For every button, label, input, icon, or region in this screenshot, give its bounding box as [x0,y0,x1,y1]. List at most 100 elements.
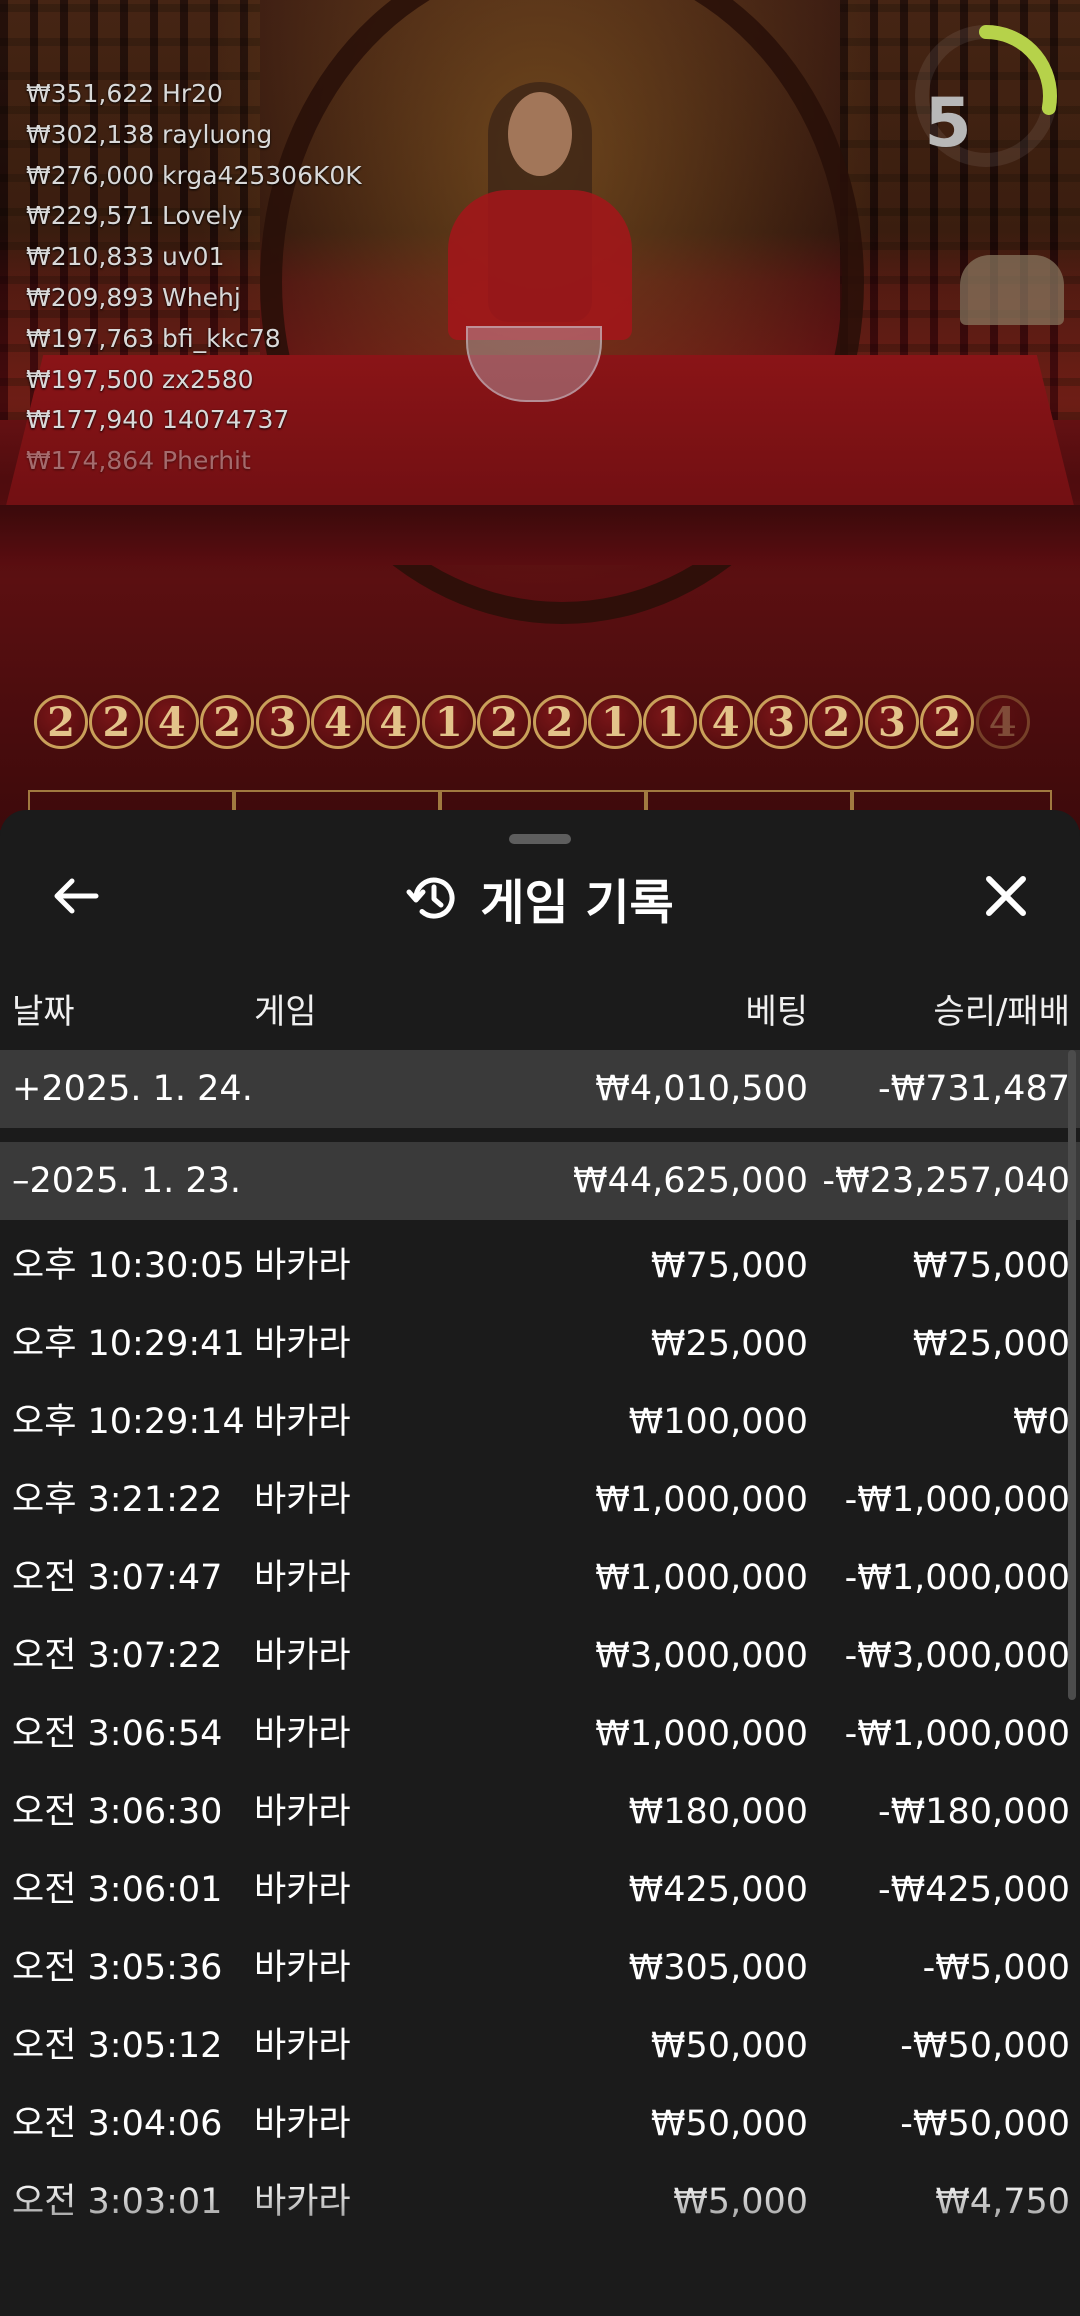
column-header-bet[interactable]: 베팅 [745,984,808,1033]
row-time: 오후 10:29:41 [12,1324,245,1364]
road-bead: 1 [643,695,698,749]
row-game: 바카라 [254,1246,351,1286]
row-time: 오전 3:06:54 [12,1714,223,1754]
road-bead: 3 [864,695,919,749]
sheet-header: 게임 기록 [0,858,1080,938]
history-row[interactable]: 오후 3:21:22 바카라 ₩1,000,000 -₩1,000,000 [0,1461,1080,1539]
group-date: +2025. 1. 24. [12,1069,253,1109]
date-group-row[interactable]: +2025. 1. 24. ₩4,010,500 -₩731,487 [0,1050,1080,1128]
history-row[interactable]: 오전 3:07:47 바카라 ₩1,000,000 -₩1,000,000 [0,1539,1080,1617]
close-button[interactable] [976,866,1036,926]
row-bet: ₩5,000 [673,2182,808,2222]
row-winloss: -₩1,000,000 [844,1558,1070,1598]
column-header-game[interactable]: 게임 [254,984,317,1033]
row-game: 바카라 [254,1324,351,1364]
row-bet: ₩50,000 [650,2026,808,2066]
row-winloss: ₩4,750 [935,2182,1070,2222]
group-winloss-total: -₩23,257,040 [822,1161,1070,1201]
history-row[interactable]: 오전 3:06:30 바카라 ₩180,000 -₩180,000 [0,1773,1080,1851]
road-bead: 2 [200,695,255,749]
leaderboard-row: ₩276,000 krga425306K0K [26,160,362,190]
row-winloss: -₩180,000 [878,1792,1070,1832]
row-winloss: ₩75,000 [912,1246,1070,1286]
dealer [448,190,632,340]
row-winloss: -₩50,000 [900,2026,1070,2066]
row-winloss: ₩25,000 [912,1324,1070,1364]
history-row[interactable]: 오전 3:05:12 바카라 ₩50,000 -₩50,000 [0,2007,1080,2085]
row-time: 오전 3:06:01 [12,1870,223,1910]
countdown-timer-value: 5 [924,84,972,163]
leaderboard-row: ₩177,940 14074737 [26,405,290,435]
row-bet: ₩425,000 [628,1870,808,1910]
row-bet: ₩75,000 [650,1246,808,1286]
date-group-row[interactable]: –2025. 1. 23. ₩44,625,000 -₩23,257,040 [0,1142,1080,1220]
road-bead: 4 [975,695,1030,749]
row-bet: ₩50,000 [650,2104,808,2144]
road-bead: 2 [809,695,864,749]
row-bet: ₩1,000,000 [595,1480,808,1520]
road-bead: 2 [532,695,587,749]
road-bead: 3 [754,695,809,749]
leaderboard-row: ₩351,622 Hr20 [26,79,223,108]
leaderboard-row: ₩302,138 rayluong [26,119,273,149]
history-row[interactable]: 오후 10:30:05 바카라 ₩75,000 ₩75,000 [0,1227,1080,1305]
close-icon [986,876,1026,916]
row-bet: ₩3,000,000 [595,1636,808,1676]
group-winloss-total: -₩731,487 [878,1069,1070,1109]
leaderboard-row: ₩209,893 Whehj [26,282,241,312]
row-winloss: ₩0 [1013,1402,1070,1442]
row-winloss: -₩3,000,000 [844,1636,1070,1676]
row-time: 오후 10:29:14 [12,1402,245,1442]
row-game: 바카라 [254,1636,351,1676]
history-row[interactable]: 오전 3:06:54 바카라 ₩1,000,000 -₩1,000,000 [0,1695,1080,1773]
history-scrollbar[interactable] [1068,1050,1076,1700]
row-bet: ₩100,000 [628,1402,808,1442]
column-header-date[interactable]: 날짜 [12,984,75,1033]
row-bet: ₩305,000 [628,1948,808,1988]
group-bet-total: ₩4,010,500 [595,1069,808,1109]
leaderboard-row: ₩197,500 zx2580 [26,364,254,394]
row-game: 바카라 [254,1870,351,1910]
road-bead: 4 [366,695,421,749]
leaderboard-row: ₩197,763 bfi_kkc78 [26,323,281,353]
game-history-sheet: 게임 기록 날짜 게임 베팅 승리/패배 +2025. 1. 24. ₩4,01… [0,810,1080,2316]
group-date: –2025. 1. 23. [12,1161,242,1201]
history-row[interactable]: 오전 3:07:22 바카라 ₩3,000,000 -₩3,000,000 [0,1617,1080,1695]
road-bead: 1 [587,695,642,749]
row-game: 바카라 [254,2182,351,2222]
row-time: 오전 3:04:06 [12,2104,223,2144]
column-header-winloss[interactable]: 승리/패배 [933,984,1070,1033]
history-row[interactable]: 오후 10:29:14 바카라 ₩100,000 ₩0 [0,1383,1080,1461]
leaderboard-row: ₩174,864 Pherhit [26,446,251,476]
row-winloss: -₩5,000 [922,1948,1070,1988]
row-bet: ₩25,000 [650,1324,808,1364]
history-row[interactable]: 오전 3:03:01 바카라 ₩5,000 ₩4,750 [0,2163,1080,2241]
row-game: 바카라 [254,1948,351,1988]
history-row[interactable]: 오전 3:05:36 바카라 ₩305,000 -₩5,000 [0,1929,1080,2007]
row-game: 바카라 [254,2104,351,2144]
group-bet-total: ₩44,625,000 [572,1161,808,1201]
row-game: 바카라 [254,1558,351,1598]
leaderboard-row: ₩229,571 Lovely [26,201,243,231]
history-row[interactable]: 오전 3:06:01 바카라 ₩425,000 -₩425,000 [0,1851,1080,1929]
dealer-face [508,92,572,176]
history-row[interactable]: 오전 3:04:06 바카라 ₩50,000 -₩50,000 [0,2085,1080,2163]
road-bead: 2 [477,695,532,749]
sheet-drag-handle[interactable] [509,834,571,844]
road-bead: 2 [920,695,975,749]
row-game: 바카라 [254,1714,351,1754]
bead-road: 224234412211432324 [34,695,1031,759]
winners-leaderboard: ₩351,622 Hr20 ₩302,138 rayluong ₩276,000… [26,74,362,482]
dragon-statue [960,255,1064,325]
row-time: 오전 3:05:12 [12,2026,223,2066]
history-row[interactable]: 오후 10:29:41 바카라 ₩25,000 ₩25,000 [0,1305,1080,1383]
road-bead: 3 [255,695,310,749]
row-winloss: -₩425,000 [878,1870,1070,1910]
road-bead: 4 [698,695,753,749]
road-bead: 1 [421,695,476,749]
row-time: 오전 3:07:47 [12,1558,223,1598]
row-time: 오전 3:05:36 [12,1948,223,1988]
row-winloss: -₩50,000 [900,2104,1070,2144]
table-edge [0,505,1080,565]
leaderboard-row: ₩210,833 uv01 [26,242,225,272]
